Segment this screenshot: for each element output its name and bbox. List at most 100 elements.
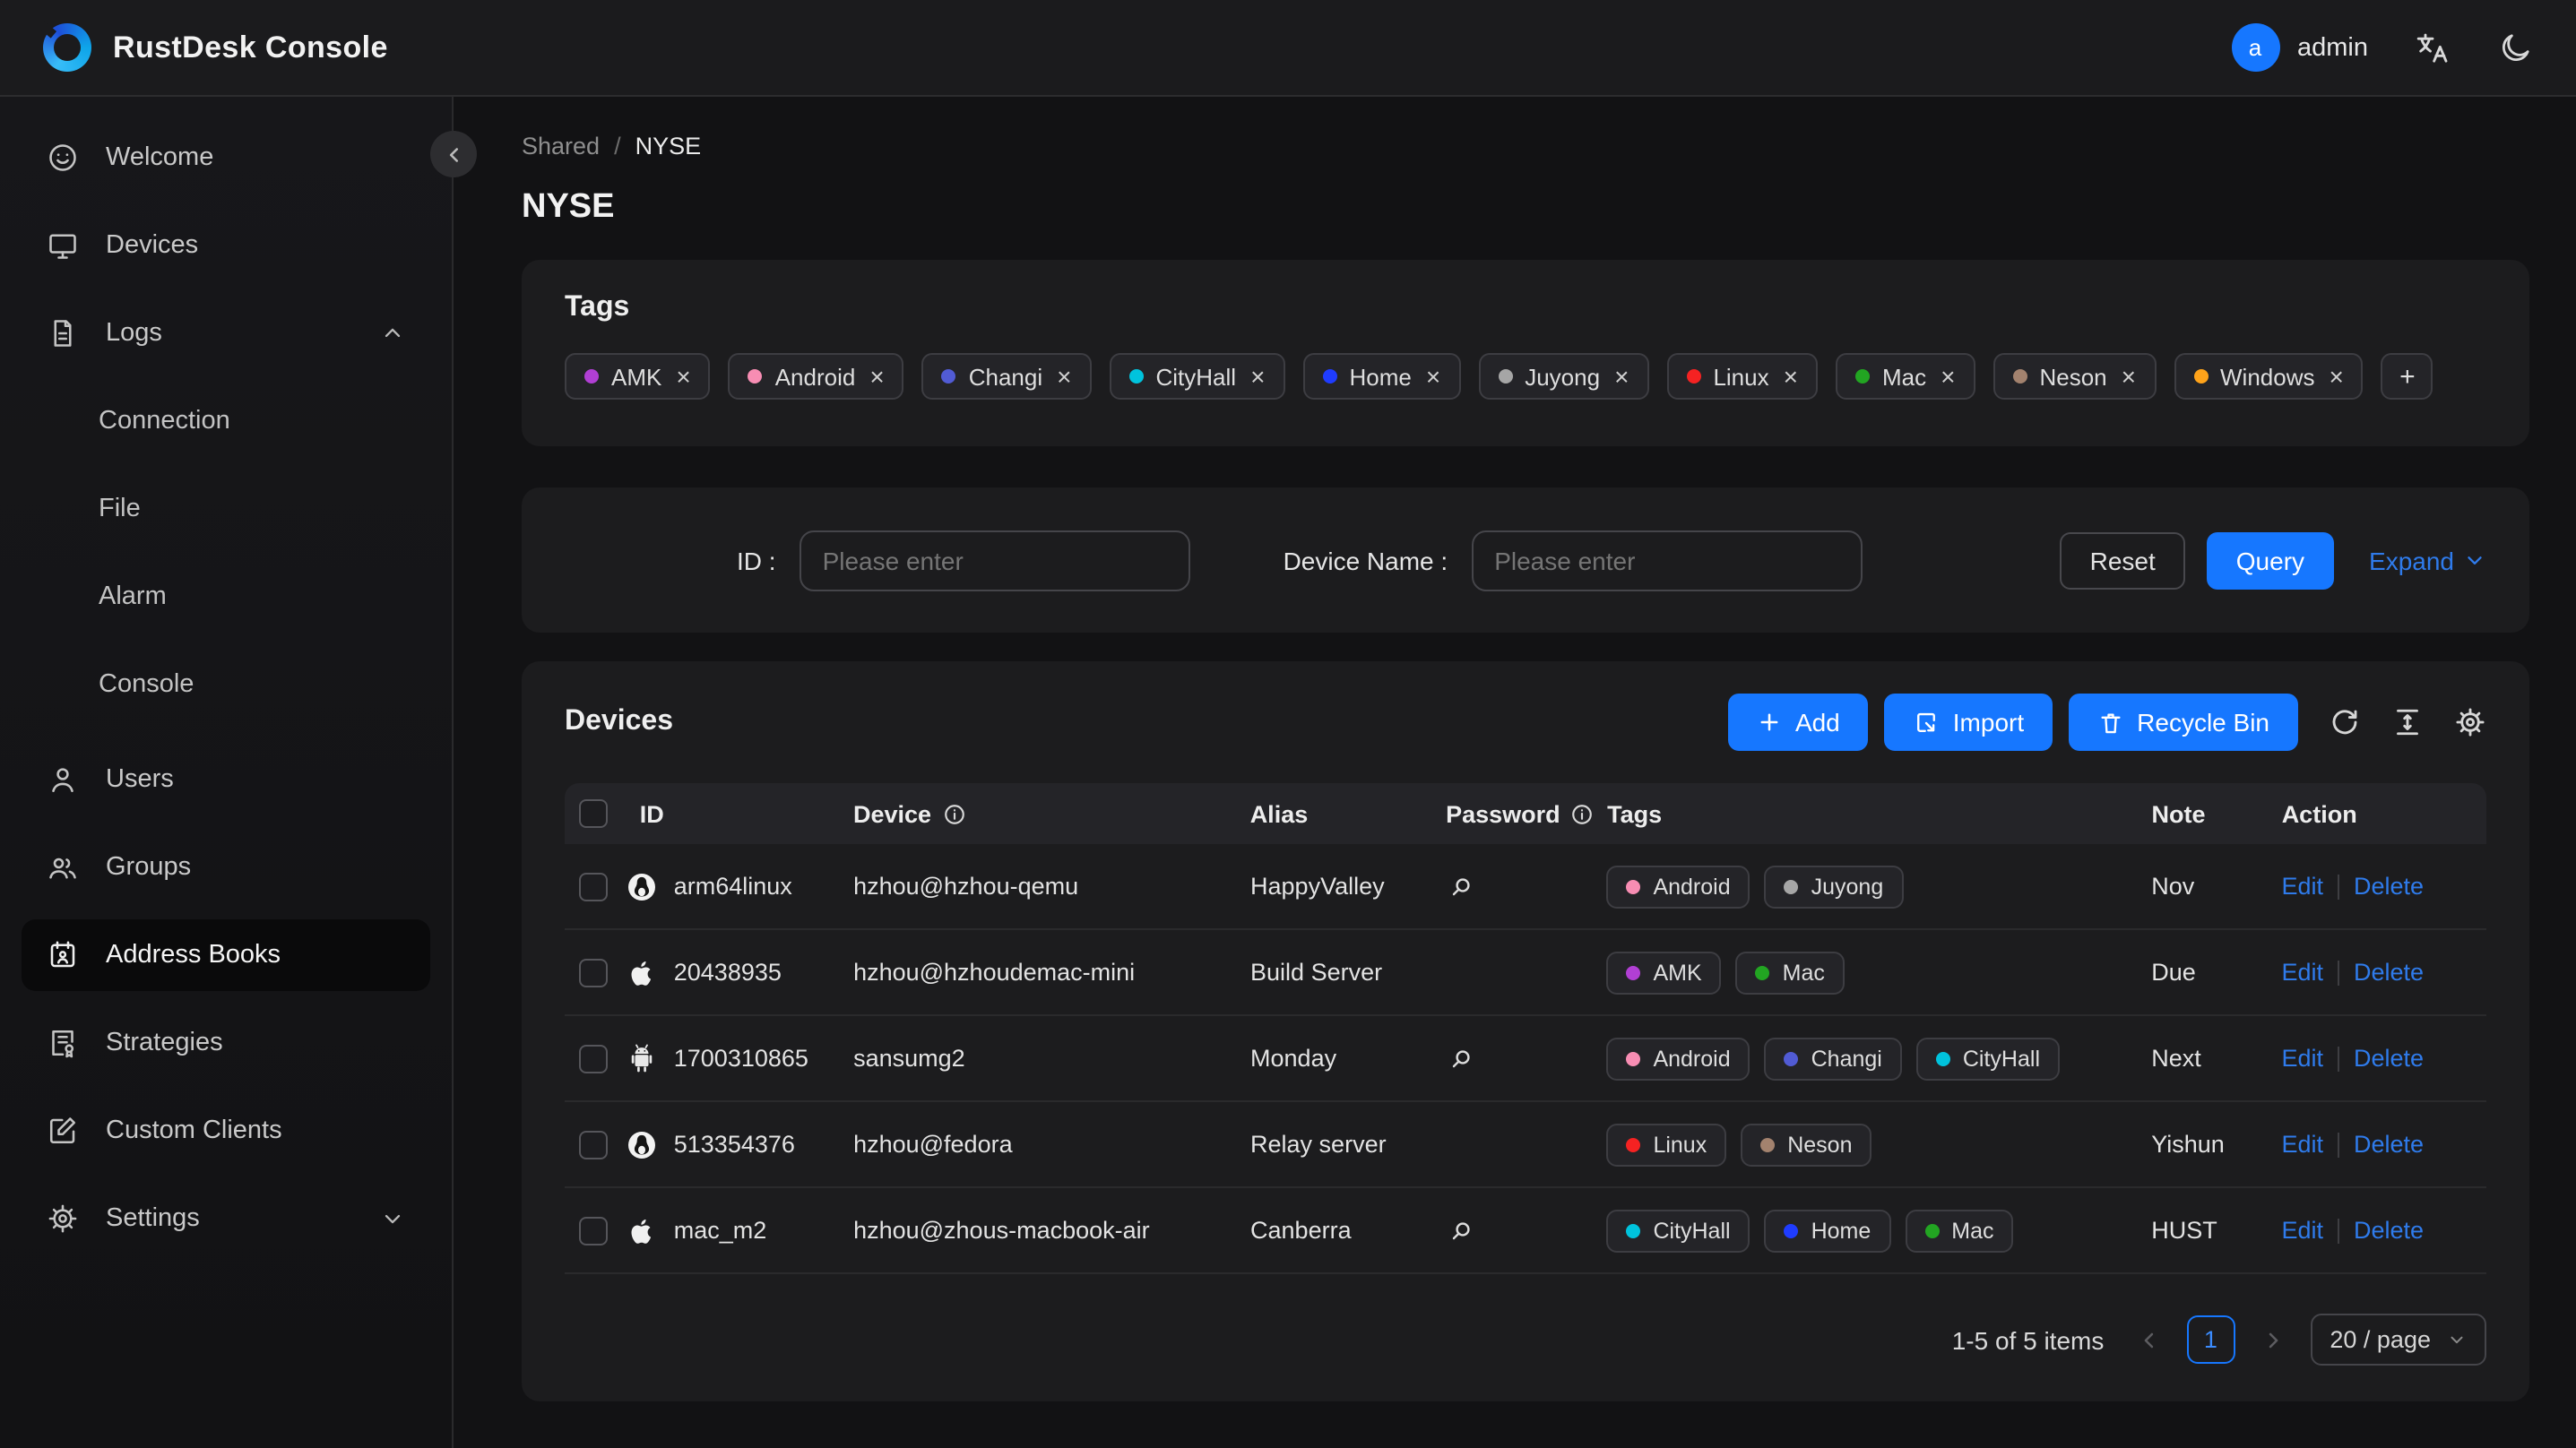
view-password-icon[interactable]: [1447, 872, 1475, 901]
tag-chip: CityHall: [1915, 1037, 2060, 1080]
sidebar-item-custom-clients[interactable]: Custom Clients: [22, 1095, 430, 1167]
recycle-bin-button[interactable]: Recycle Bin: [2069, 694, 2298, 751]
import-button[interactable]: Import: [1884, 694, 2053, 751]
tag-chip[interactable]: Neson ×: [1993, 353, 2156, 400]
tag-label: Neson: [2039, 363, 2107, 390]
breadcrumb: Shared / NYSE: [522, 133, 2529, 159]
apple-os-icon: [626, 956, 658, 988]
sidebar-item-devices[interactable]: Devices: [22, 210, 430, 281]
select-all-checkbox[interactable]: [579, 799, 608, 828]
sidebar-item-address-books[interactable]: Address Books: [22, 919, 430, 991]
column-action: Action: [2264, 800, 2486, 827]
tags-card-title: Tags: [565, 292, 630, 323]
tag-color-dot: [1322, 369, 1337, 384]
tag-chip: Changi: [1764, 1037, 1902, 1080]
delete-link[interactable]: Delete: [2354, 1217, 2424, 1244]
devices-table: ID Device Alias Password Tags Note Actio…: [565, 783, 2486, 1274]
row-checkbox[interactable]: [579, 958, 608, 987]
sidebar-item-logs[interactable]: Logs: [22, 297, 430, 369]
avatar[interactable]: a: [2231, 23, 2279, 72]
tag-chip: Mac: [1735, 951, 1845, 994]
remove-tag-icon[interactable]: ×: [1614, 364, 1629, 389]
user-menu[interactable]: a admin: [2231, 23, 2368, 72]
tag-chip[interactable]: CityHall ×: [1109, 353, 1285, 400]
remove-tag-icon[interactable]: ×: [1426, 364, 1440, 389]
sidebar-item-connection[interactable]: Connection: [22, 385, 430, 457]
view-password-icon[interactable]: [1447, 1044, 1475, 1073]
next-page-icon[interactable]: [2260, 1327, 2285, 1352]
tag-label: Windows: [2220, 363, 2315, 390]
tag-chip[interactable]: Mac ×: [1835, 353, 1975, 400]
sidebar-item-strategies[interactable]: Strategies: [22, 1007, 430, 1079]
tag-chip[interactable]: Android ×: [728, 353, 904, 400]
remove-tag-icon[interactable]: ×: [869, 364, 884, 389]
translate-icon[interactable]: [2415, 30, 2451, 65]
sidebar-item-alarm[interactable]: Alarm: [22, 561, 430, 633]
breadcrumb-parent[interactable]: Shared: [522, 133, 600, 159]
info-icon[interactable]: [942, 802, 965, 825]
delete-link[interactable]: Delete: [2354, 1045, 2424, 1072]
remove-tag-icon[interactable]: ×: [1250, 364, 1265, 389]
row-checkbox[interactable]: [579, 1130, 608, 1159]
delete-link[interactable]: Delete: [2354, 873, 2424, 900]
sidebar-item-welcome[interactable]: Welcome: [22, 122, 430, 194]
remove-tag-icon[interactable]: ×: [1941, 364, 1955, 389]
breadcrumb-current: NYSE: [635, 133, 702, 159]
delete-link[interactable]: Delete: [2354, 1131, 2424, 1158]
info-icon[interactable]: [1571, 802, 1595, 825]
sidebar: Welcome Devices Logs Connection File Ala…: [0, 97, 454, 1448]
row-checkbox[interactable]: [579, 872, 608, 901]
tag-chip: Android: [1606, 1037, 1750, 1080]
tag-chip: Android: [1606, 865, 1750, 908]
page-number-button[interactable]: 1: [2186, 1315, 2235, 1364]
row-checkbox[interactable]: [579, 1044, 608, 1073]
remove-tag-icon[interactable]: ×: [1057, 364, 1071, 389]
sidebar-item-settings[interactable]: Settings: [22, 1183, 430, 1254]
devices-card: Devices Add Import Recycle Bin ID Device…: [522, 661, 2529, 1401]
tag-chip[interactable]: Changi ×: [921, 353, 1092, 400]
row-height-icon[interactable]: [2391, 706, 2424, 738]
address-book-icon: [47, 939, 79, 971]
edit-link[interactable]: Edit: [2281, 873, 2323, 900]
add-tag-button[interactable]: +: [2381, 353, 2433, 400]
sidebar-item-users[interactable]: Users: [22, 744, 430, 815]
expand-toggle[interactable]: Expand: [2369, 546, 2486, 574]
sidebar-item-console[interactable]: Console: [22, 649, 430, 720]
previous-page-icon[interactable]: [2136, 1327, 2161, 1352]
row-checkbox[interactable]: [579, 1216, 608, 1245]
remove-tag-icon[interactable]: ×: [1784, 364, 1798, 389]
view-password-icon[interactable]: [1447, 1216, 1475, 1245]
add-device-button[interactable]: Add: [1728, 694, 1869, 751]
main-content: Shared / NYSE NYSE Tags AMK × Android × Ch…: [454, 97, 2576, 1448]
tag-label: AMK: [611, 363, 662, 390]
remove-tag-icon[interactable]: ×: [676, 364, 690, 389]
table-settings-gear-icon[interactable]: [2454, 706, 2486, 738]
query-button[interactable]: Query: [2207, 531, 2334, 589]
reset-button[interactable]: Reset: [2059, 531, 2186, 589]
delete-link[interactable]: Delete: [2354, 959, 2424, 986]
id-filter-input[interactable]: [799, 530, 1190, 590]
edit-link[interactable]: Edit: [2281, 1131, 2323, 1158]
edit-link[interactable]: Edit: [2281, 1045, 2323, 1072]
remove-tag-icon[interactable]: ×: [2330, 364, 2344, 389]
page-size-select[interactable]: 20 / page: [2310, 1314, 2486, 1366]
device-name-filter-label: Device Name :: [1283, 546, 1448, 574]
edit-link[interactable]: Edit: [2281, 1217, 2323, 1244]
tag-chip[interactable]: AMK ×: [565, 353, 711, 400]
device-name-filter-input[interactable]: [1471, 530, 1863, 590]
table-row: 1700310865 sansumg2 Monday Android Chang…: [565, 1016, 2486, 1102]
rustdesk-console-app: RustDesk Console a admin Welcome Devices…: [0, 0, 2576, 1448]
refresh-icon[interactable]: [2329, 706, 2361, 738]
edit-link[interactable]: Edit: [2281, 959, 2323, 986]
tag-chip[interactable]: Windows ×: [2174, 353, 2364, 400]
remove-tag-icon[interactable]: ×: [2122, 364, 2136, 389]
monitor-icon: [47, 229, 79, 262]
sidebar-item-groups[interactable]: Groups: [22, 832, 430, 903]
dark-mode-toggle-icon[interactable]: [2497, 30, 2533, 65]
tag-chip[interactable]: Linux ×: [1666, 353, 1818, 400]
device-note: Next: [2151, 1045, 2201, 1072]
tag-chip[interactable]: Home ×: [1302, 353, 1461, 400]
sidebar-collapse-button[interactable]: [430, 131, 477, 177]
sidebar-item-file[interactable]: File: [22, 473, 430, 545]
tag-chip[interactable]: Juyong ×: [1478, 353, 1649, 400]
